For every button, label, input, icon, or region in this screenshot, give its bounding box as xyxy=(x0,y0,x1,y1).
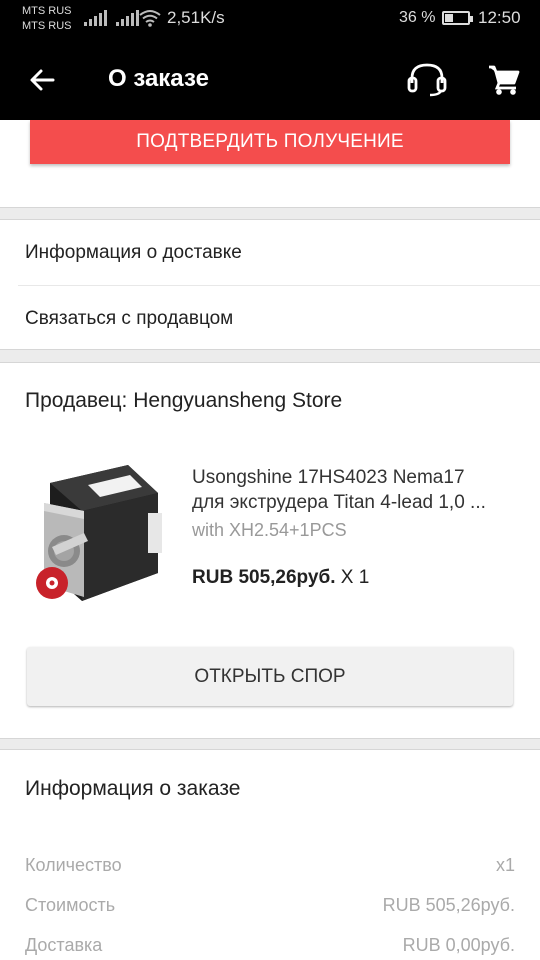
order-links: Информация о доставке Связаться с продав… xyxy=(0,219,540,350)
product-name[interactable]: Usongshine 17HS4023 Nema17 для экструдер… xyxy=(192,465,522,515)
order-row-label: Количество xyxy=(25,855,122,875)
wifi-icon xyxy=(139,10,161,27)
app-bar: О заказе xyxy=(0,38,540,120)
page-title: О заказе xyxy=(108,65,209,92)
signal-icon xyxy=(116,10,139,26)
status-bar: MTS RUS MTS RUS 2,51K/s 36 % 12:50 xyxy=(0,0,540,38)
delivery-info-link[interactable]: Информация о доставке xyxy=(18,220,540,286)
order-row-label: Доставка xyxy=(25,935,103,955)
carrier-1: MTS RUS xyxy=(22,5,72,17)
signal-icon xyxy=(84,10,107,26)
product-name-line-2: для экструдера Titan 4-lead 1,0 ... xyxy=(192,492,486,513)
carrier-names: MTS RUS MTS RUS xyxy=(22,4,72,34)
net-speed: 2,51K/s xyxy=(167,8,225,27)
contact-seller-link[interactable]: Связаться с продавцом xyxy=(18,286,540,352)
order-row-shipping: Доставка RUB 0,00руб. xyxy=(25,935,515,956)
support-button[interactable] xyxy=(404,56,450,102)
seller-section: Продавец: Hengyuansheng Store Usongshine… xyxy=(0,362,540,739)
cart-icon xyxy=(489,65,520,95)
order-row-value: RUB 0,00руб. xyxy=(402,935,515,955)
confirm-receipt-button[interactable]: ПОДТВЕРДИТЬ ПОЛУЧЕНИЕ xyxy=(30,120,510,164)
order-info-section: Информация о заказе Количество x1 Стоимо… xyxy=(0,749,540,960)
product-image[interactable] xyxy=(30,463,174,613)
back-button[interactable] xyxy=(20,58,64,102)
order-row-cost: Стоимость RUB 505,26руб. xyxy=(25,895,515,916)
back-arrow-icon xyxy=(30,69,55,91)
battery-icon xyxy=(442,11,473,25)
product-name-line-1: Usongshine 17HS4023 Nema17 xyxy=(192,467,465,488)
product-price: RUB 505,26руб. xyxy=(192,567,336,588)
order-row-label: Стоимость xyxy=(25,895,116,915)
order-row-value: x1 xyxy=(495,855,515,875)
headset-icon xyxy=(407,63,447,97)
order-row-quantity: Количество x1 xyxy=(25,855,515,876)
confirm-section: ПОДТВЕРДИТЬ ПОЛУЧЕНИЕ xyxy=(0,120,540,208)
product-quantity: X 1 xyxy=(340,567,370,588)
battery-percent: 36 % xyxy=(399,9,436,26)
open-dispute-button[interactable]: ОТКРЫТЬ СПОР xyxy=(27,647,513,706)
product-variant: with XH2.54+1PCS xyxy=(192,520,347,540)
carrier-2: MTS RUS xyxy=(22,20,72,32)
seller-title[interactable]: Продавец: Hengyuansheng Store xyxy=(25,389,342,413)
order-row-value: RUB 505,26руб. xyxy=(382,895,515,915)
cart-button[interactable] xyxy=(482,58,526,102)
clock: 12:50 xyxy=(478,8,521,27)
order-info-title: Информация о заказе xyxy=(25,777,241,800)
product-price-row: RUB 505,26руб. X 1 xyxy=(192,567,369,589)
